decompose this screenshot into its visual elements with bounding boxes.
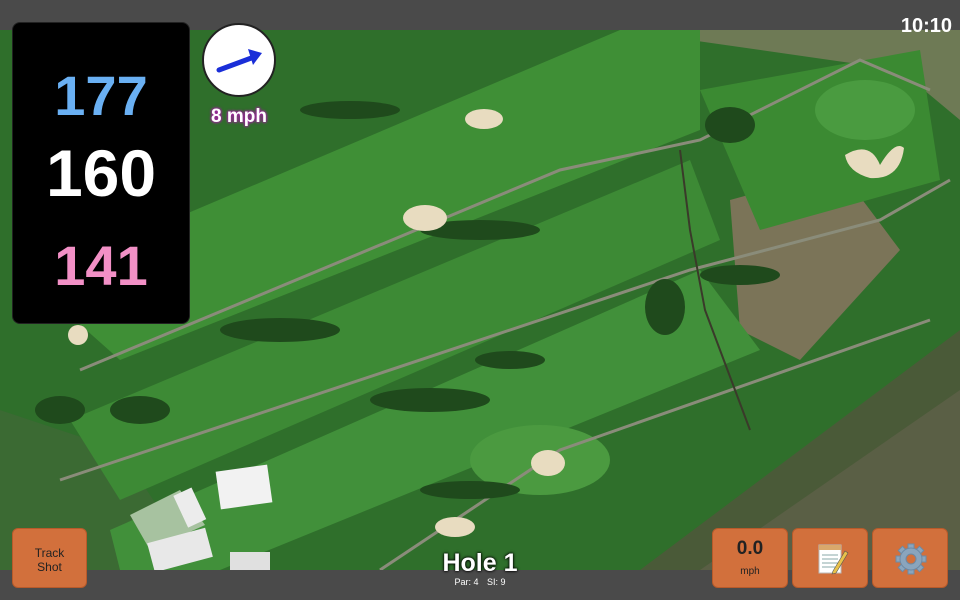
gear-icon	[895, 543, 927, 575]
wind-speed-value: 0.0	[736, 538, 764, 559]
notepad-icon	[818, 544, 849, 575]
settings-button[interactable]	[872, 528, 948, 588]
distance-back: 177	[54, 64, 148, 127]
hole-stroke-index: SI: 9	[487, 577, 506, 587]
hole-par: Par: 4	[454, 577, 479, 587]
clock: 10:10	[900, 15, 952, 37]
wind-arrow-icon	[216, 49, 262, 73]
distance-middle: 160	[45, 136, 157, 210]
wind-speed: 8 mph	[211, 106, 267, 127]
distance-front: 141	[54, 234, 148, 297]
hole-title: Hole 1	[442, 549, 518, 577]
track-shot-label-1: Track	[34, 546, 65, 560]
track-shot-button[interactable]: Track Shot	[12, 528, 87, 588]
wind-speed-unit: mph	[740, 566, 760, 577]
distance-panel: 177 160 141	[12, 22, 190, 324]
wind-speed-button[interactable]: 0.0 mph	[712, 528, 788, 588]
wind-direction-indicator	[202, 23, 276, 97]
track-shot-label-2: Shot	[37, 560, 62, 574]
notes-button[interactable]	[792, 528, 868, 588]
hole-meta: Par: 4 SI: 9	[380, 577, 580, 587]
